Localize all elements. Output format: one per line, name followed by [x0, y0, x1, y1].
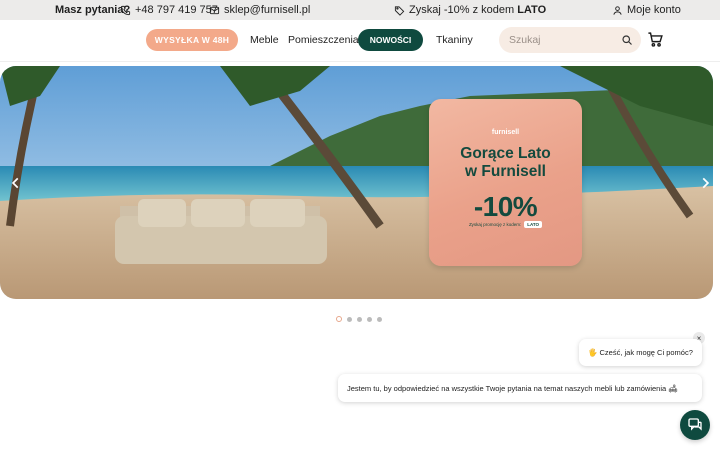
chat-message-bubble[interactable]: Jestem tu, by odpowiedzieć na wszystkie …	[338, 374, 702, 402]
carousel-dot[interactable]	[357, 316, 362, 322]
nav-meble[interactable]: Meble	[250, 29, 279, 51]
carousel-dot[interactable]	[336, 316, 342, 322]
phone-number: +48 797 419 757	[135, 4, 218, 16]
cart-icon[interactable]	[647, 31, 664, 48]
promo-text: Zyskaj -10% z kodem LATO	[409, 4, 547, 16]
main-header: WYSYŁKA W 48H Meble Pomieszczenia NOWOŚC…	[0, 20, 720, 62]
promo-code-badge: LATO	[524, 221, 543, 228]
chat-icon	[688, 418, 702, 431]
search-input[interactable]	[509, 34, 609, 46]
promo-title: Gorące Lato w Furnisell	[460, 145, 551, 180]
promo-discount: -10%	[473, 191, 538, 222]
summer-promo-card: furnisell Gorące Lato w Furnisell -10% Z…	[429, 99, 582, 266]
account-label: Moje konto	[627, 4, 681, 16]
nav-pomieszczenia[interactable]: Pomieszczenia	[288, 29, 359, 51]
promo-code-line: Zyskaj promocję z kodem: LATO	[429, 221, 582, 228]
mail-icon	[209, 6, 220, 14]
chat-greeting-bubble[interactable]: 🖐 Cześć, jak mogę Ci pomóc?	[579, 339, 702, 366]
carousel-dot[interactable]	[367, 316, 372, 322]
chat-launcher-button[interactable]	[680, 410, 710, 440]
carousel-dot[interactable]	[377, 316, 382, 322]
account-link[interactable]: Moje konto	[612, 0, 681, 20]
tag-icon	[394, 5, 405, 16]
question-label: Masz pytania?	[55, 4, 131, 16]
phone-link[interactable]: +48 797 419 757	[120, 0, 218, 20]
promo-info: Zyskaj -10% z kodem LATO	[394, 0, 546, 20]
carousel-next-icon[interactable]	[698, 176, 712, 190]
search-box	[499, 27, 641, 53]
promo-brand-logo: furnisell	[491, 129, 520, 136]
carousel-prev-icon[interactable]	[9, 176, 23, 190]
nav-nowosci-button[interactable]: NOWOŚCI	[358, 29, 423, 51]
user-icon	[613, 5, 622, 15]
carousel-dot[interactable]	[347, 316, 352, 322]
email-address: sklep@furnisell.pl	[224, 4, 311, 16]
nav-tkaniny[interactable]: Tkaniny	[436, 29, 473, 51]
beach-scene-image	[0, 66, 713, 299]
search-icon[interactable]	[621, 34, 633, 46]
shipping-48h-button[interactable]: WYSYŁKA W 48H	[146, 29, 238, 51]
carousel-pagination	[336, 316, 382, 322]
top-info-bar: Masz pytania? +48 797 419 757 sklep@furn…	[0, 0, 720, 20]
contact-question: Masz pytania?	[55, 0, 130, 20]
email-link[interactable]: sklep@furnisell.pl	[209, 0, 310, 20]
hero-banner[interactable]: furnisell Gorące Lato w Furnisell -10% Z…	[0, 66, 713, 299]
phone-icon	[120, 5, 131, 15]
